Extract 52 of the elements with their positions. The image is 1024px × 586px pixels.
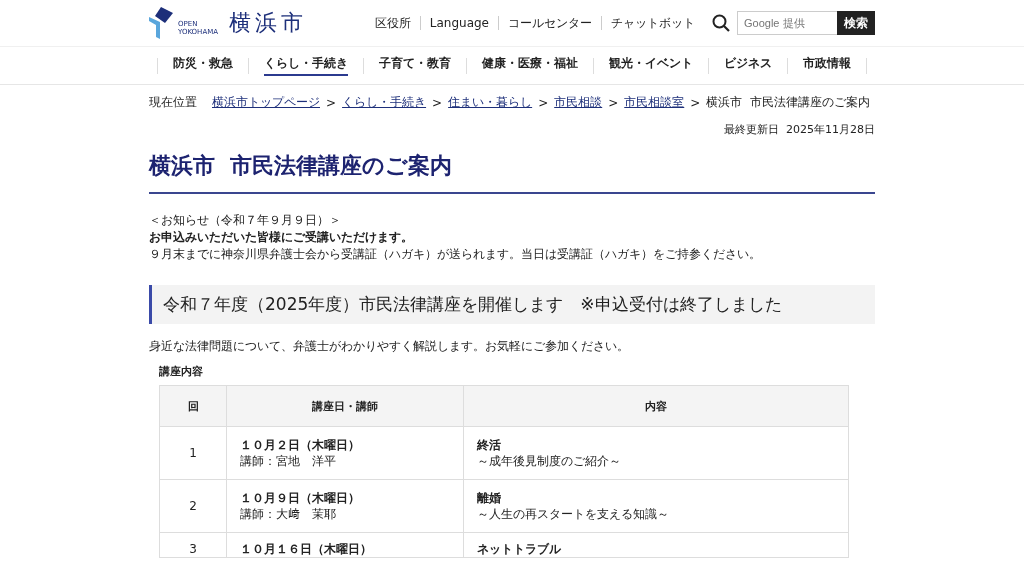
column-header: 回 <box>159 385 227 427</box>
notice-text: ９月末までに神奈川県弁護士会から受講証（ハガキ）が送られます。当日は受講証（ハガキ）をご持参ください。 <box>149 246 762 263</box>
logo-text[interactable]: 横浜市 <box>229 8 307 38</box>
nav-tab[interactable]: 観光・イベント <box>593 57 708 74</box>
search-icon[interactable] <box>712 14 730 32</box>
breadcrumb-separator: > <box>538 95 549 110</box>
logo-icon <box>149 7 175 39</box>
breadcrumb-link[interactable]: 横浜市トップページ <box>212 94 320 111</box>
table-caption: 講座内容 <box>159 364 204 379</box>
lecturer-name: 講師：宮地 洋平 <box>240 453 337 469</box>
utility-link[interactable]: Language <box>420 16 498 30</box>
utility-link[interactable]: チャットボット <box>602 14 704 32</box>
breadcrumb-link[interactable]: 市民相談 <box>554 94 603 111</box>
breadcrumb-separator: > <box>690 95 701 110</box>
intro-text: 身近な法律問題について、弁護士がわかりやすく解説します。お気軽にご参加ください。 <box>149 338 630 355</box>
breadcrumb-link[interactable]: 住まい・暮らし <box>448 94 533 111</box>
table-cell: 3 <box>159 532 227 558</box>
lecture-topic: ネットトラブル <box>477 541 562 557</box>
notice-text: お申込みいただいた皆様にご受講いただけます。 <box>149 229 414 246</box>
nav-tab[interactable]: 市政情報 <box>787 57 867 74</box>
lecture-date: １０月２日（木曜日） <box>240 437 361 453</box>
breadcrumb-current: 横浜市 市民法律講座のご案内 <box>706 94 870 111</box>
breadcrumb-link[interactable]: くらし・手続き <box>342 94 427 111</box>
lecture-subtitle: ～成年後見制度のご紹介～ <box>477 453 622 469</box>
lecture-date: １０月１６日（木曜日） <box>240 541 373 557</box>
table-cell: 1 <box>159 426 227 480</box>
notice-text: ＜お知らせ（令和７年９月９日）＞ <box>149 212 342 229</box>
nav-tab[interactable]: 子育て・教育 <box>363 57 466 74</box>
nav-tab[interactable]: 健康・医療・福祉 <box>466 57 593 74</box>
column-header: 内容 <box>463 385 849 427</box>
lecturer-name: 講師：大﨑 茉耶 <box>240 506 337 522</box>
lecture-date: １０月９日（木曜日） <box>240 490 361 506</box>
table-cell: 2 <box>159 479 227 533</box>
breadcrumb-separator: > <box>608 95 619 110</box>
search-field[interactable]: Google 提供 <box>737 11 837 35</box>
utility-link[interactable]: 区役所 <box>365 14 420 32</box>
page-title: 横浜市 市民法律講座のご案内 <box>149 151 875 194</box>
nav-tab[interactable]: ビジネス <box>708 57 787 74</box>
breadcrumb-link[interactable]: 市民相談室 <box>624 94 685 111</box>
column-header: 講座日・講師 <box>226 385 464 427</box>
lecture-subtitle: ～人生の再スタートを支える知識～ <box>477 506 670 522</box>
breadcrumb-separator: > <box>326 95 337 110</box>
nav-tab[interactable]: 防災・救急 <box>157 57 248 74</box>
lecture-topic: 離婚 <box>477 490 502 506</box>
utility-link[interactable]: コールセンター <box>499 14 601 32</box>
breadcrumb-label: 現在位置 <box>149 94 197 111</box>
last-updated: 最終更新日 2025年11月28日 <box>724 123 875 136</box>
section-heading: 令和７年度（2025年度）市民法律講座を開催します ※申込受付は終了しました <box>149 285 875 324</box>
lecture-topic: 終活 <box>477 437 502 453</box>
nav-tab[interactable]: くらし・手続き <box>248 57 363 74</box>
breadcrumb-separator: > <box>432 95 443 110</box>
search-button[interactable]: 検索 <box>837 11 875 35</box>
